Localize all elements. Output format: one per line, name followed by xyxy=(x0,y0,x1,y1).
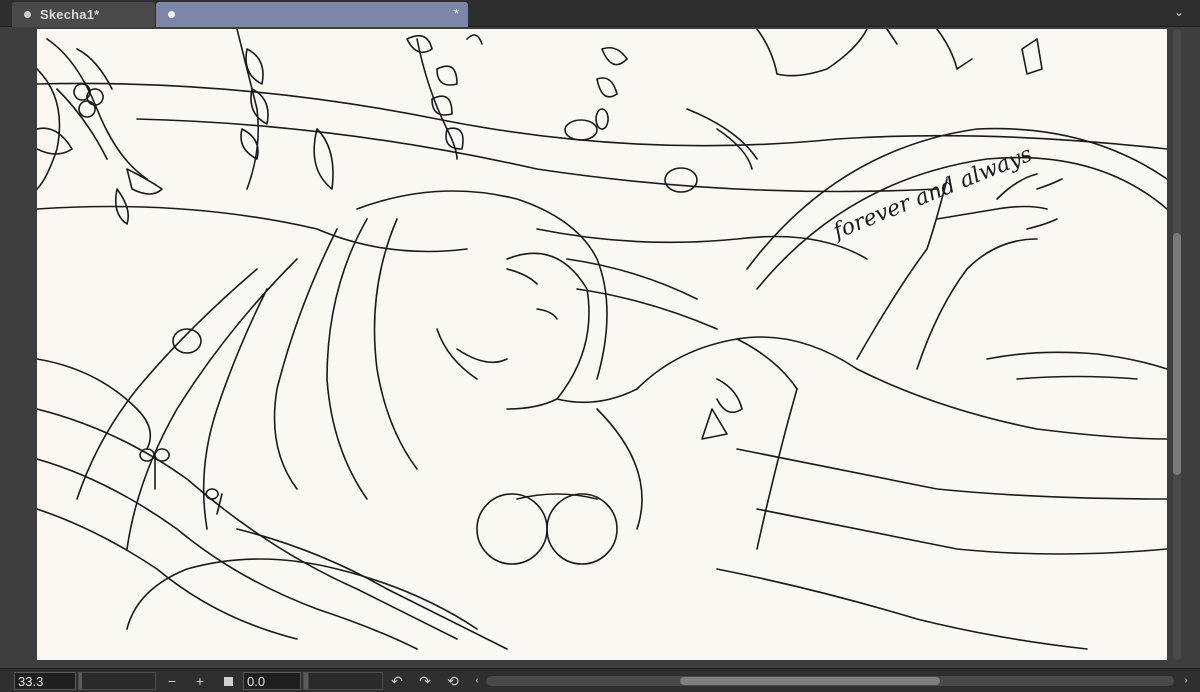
minus-icon[interactable]: − xyxy=(163,672,181,690)
rotate-right-icon[interactable]: ↷ xyxy=(416,672,434,690)
scrollbar-thumb[interactable] xyxy=(1173,233,1181,475)
chevron-left-icon[interactable]: ‹ xyxy=(468,672,486,690)
plus-icon[interactable]: + xyxy=(191,672,209,690)
rotate-left-icon[interactable]: ↶ xyxy=(388,672,406,690)
chevron-down-icon[interactable]: ⌄ xyxy=(1172,5,1186,19)
rotation-angle-input[interactable] xyxy=(243,672,301,690)
canvas-workspace: forever and always xyxy=(0,27,1200,668)
square-icon[interactable] xyxy=(219,672,237,690)
modified-marker: * xyxy=(453,6,459,21)
reset-rotation-icon[interactable]: ⟲ xyxy=(444,672,462,690)
vertical-scrollbar[interactable] xyxy=(1170,29,1184,660)
tab-label: Skecha1* xyxy=(40,7,100,22)
app-window: Skecha1* * ⌄ forever and always 33.3 − +… xyxy=(0,0,1200,692)
horizontal-scrollbar[interactable] xyxy=(486,676,1174,686)
dot-icon xyxy=(168,11,175,18)
rotation-slider[interactable] xyxy=(303,672,383,690)
chevron-right-icon[interactable]: › xyxy=(1177,672,1195,690)
tab-active-document[interactable]: * xyxy=(156,2,468,27)
zoom-input[interactable] xyxy=(14,672,76,690)
handwritten-text: forever and always xyxy=(828,142,1036,245)
tab-skecha1[interactable]: Skecha1* xyxy=(12,2,155,27)
navigator-status-bar: − + ↶ ↷ ⟲ ‹ › xyxy=(0,668,1200,692)
document-tab-bar: Skecha1* * ⌄ xyxy=(0,0,1200,27)
dot-icon xyxy=(24,11,31,18)
scrollbar-thumb[interactable] xyxy=(680,677,940,685)
sketch-artwork: forever and always xyxy=(37,29,1167,650)
svg-text:forever and always: forever and always xyxy=(828,142,1036,245)
drawing-canvas[interactable]: forever and always xyxy=(37,29,1167,660)
zoom-slider[interactable] xyxy=(78,672,156,690)
